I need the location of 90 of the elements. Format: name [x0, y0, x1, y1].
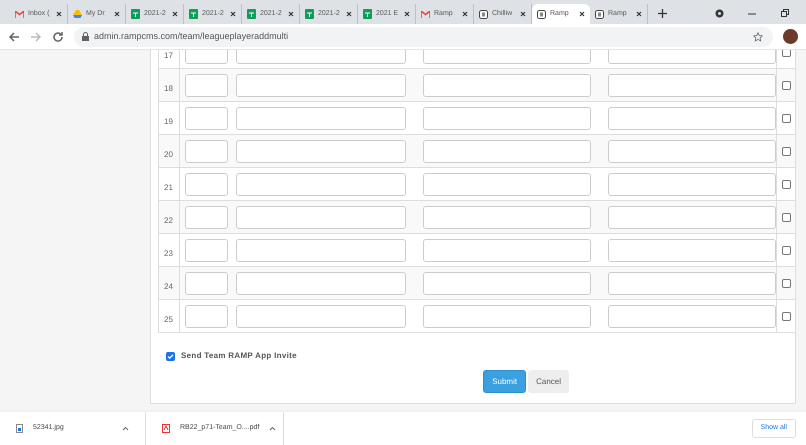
row-checkbox[interactable]	[782, 80, 791, 90]
text-field[interactable]	[185, 106, 228, 130]
row-number: 22	[164, 216, 173, 225]
text-field[interactable]	[236, 106, 406, 130]
sheet-icon	[247, 9, 256, 19]
text-field[interactable]	[608, 172, 776, 196]
close-icon[interactable]	[462, 11, 468, 17]
row-checkbox[interactable]	[782, 246, 791, 254]
text-field[interactable]	[608, 74, 776, 96]
close-icon[interactable]	[172, 11, 178, 17]
text-field[interactable]	[423, 304, 592, 328]
record-icon[interactable]	[715, 9, 724, 18]
address-bar[interactable]: admin.rampcms.com/team/leagueplayeraddmulti	[74, 26, 773, 46]
text-field[interactable]	[423, 172, 592, 196]
row-number: 18	[164, 84, 173, 93]
text-field[interactable]	[608, 304, 776, 328]
caret-up-icon[interactable]	[122, 426, 129, 431]
text-field[interactable]	[423, 140, 592, 162]
text-field[interactable]	[608, 238, 776, 262]
text-field[interactable]	[185, 304, 228, 328]
profile-avatar[interactable]	[783, 29, 798, 44]
text-field[interactable]	[185, 172, 228, 196]
text-field[interactable]	[423, 74, 592, 96]
text-field[interactable]	[423, 206, 592, 228]
text-field[interactable]	[423, 238, 592, 262]
sheet-icon	[131, 9, 140, 19]
text-field[interactable]	[185, 206, 228, 228]
pdf-file-icon	[162, 424, 170, 433]
row-number: 17	[164, 51, 173, 60]
mail-icon	[15, 10, 24, 18]
row-checkbox[interactable]	[782, 212, 791, 222]
sheet-icon	[363, 9, 372, 19]
back-icon[interactable]	[8, 30, 20, 42]
close-icon[interactable]	[114, 11, 120, 17]
text-field[interactable]	[236, 140, 406, 162]
minimize-icon[interactable]	[748, 13, 756, 15]
text-field[interactable]	[236, 304, 406, 328]
restore-icon[interactable]	[781, 9, 789, 17]
text-field[interactable]	[423, 106, 592, 130]
text-field[interactable]	[185, 140, 228, 162]
triangle-icon	[73, 10, 82, 18]
text-field[interactable]	[608, 272, 776, 294]
row-checkbox[interactable]	[782, 278, 791, 288]
close-icon[interactable]	[230, 11, 236, 17]
row-number: 21	[164, 183, 173, 192]
row-checkbox[interactable]	[782, 312, 791, 320]
site-icon	[479, 10, 488, 18]
text-field[interactable]	[185, 272, 228, 294]
lock-icon	[82, 32, 89, 41]
text-field[interactable]	[236, 238, 406, 262]
row-checkbox[interactable]	[782, 114, 791, 122]
row-number: 20	[164, 150, 173, 159]
site-icon	[537, 10, 546, 18]
mail-icon	[421, 10, 430, 18]
row-number: 19	[164, 117, 173, 126]
reload-icon[interactable]	[52, 30, 64, 42]
site-icon	[595, 10, 604, 18]
close-icon[interactable]	[636, 11, 642, 17]
invite-label: Send Team RAMP App Invite	[181, 350, 297, 362]
text-field[interactable]	[236, 206, 406, 228]
sheet-icon	[305, 9, 314, 19]
close-icon[interactable]	[579, 11, 585, 17]
close-icon[interactable]	[346, 11, 352, 17]
close-icon[interactable]	[404, 11, 410, 17]
new-tab-icon[interactable]	[658, 9, 667, 18]
close-icon[interactable]	[520, 11, 526, 17]
star-icon[interactable]	[753, 32, 763, 42]
text-field[interactable]	[185, 74, 228, 96]
text-field[interactable]	[236, 172, 406, 196]
text-field[interactable]	[185, 238, 228, 262]
text-field[interactable]	[236, 74, 406, 96]
row-checkbox[interactable]	[782, 146, 791, 156]
invite-checkbox[interactable]	[166, 352, 175, 360]
forward-icon[interactable]	[30, 30, 42, 42]
row-checkbox[interactable]	[782, 180, 791, 188]
text-field[interactable]	[608, 140, 776, 162]
text-field[interactable]	[423, 272, 592, 294]
row-number: 23	[164, 249, 173, 258]
close-icon[interactable]	[56, 11, 62, 17]
sheet-icon	[189, 9, 198, 19]
cancel-button[interactable]: Cancel	[528, 370, 569, 393]
row-number: 24	[164, 282, 173, 291]
close-icon[interactable]	[288, 11, 294, 17]
row-number: 25	[164, 315, 173, 324]
image-file-icon	[16, 424, 23, 433]
caret-up-icon[interactable]	[269, 426, 276, 431]
text-field[interactable]	[236, 272, 406, 294]
text-field[interactable]	[608, 106, 776, 130]
text-field[interactable]	[608, 206, 776, 228]
row-checkbox[interactable]	[782, 50, 791, 56]
